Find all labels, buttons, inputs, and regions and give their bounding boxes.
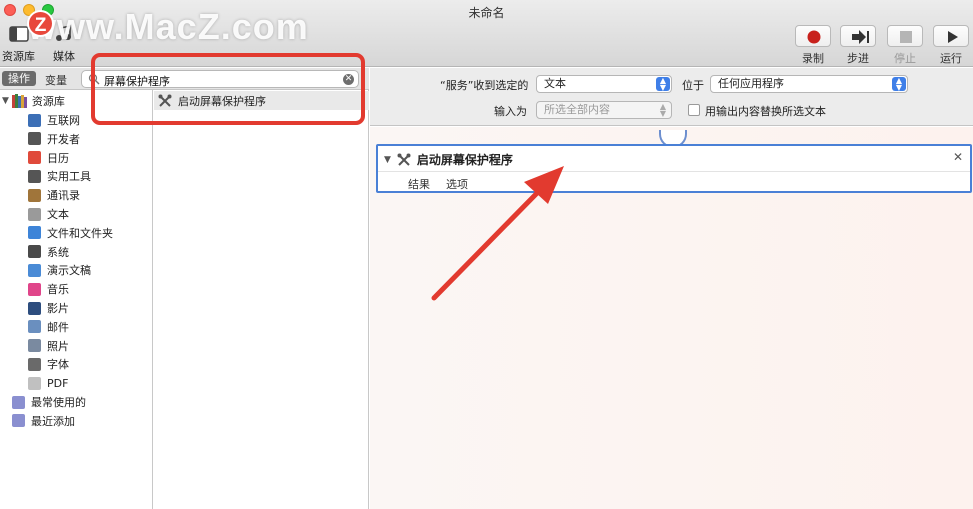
library-category-label: 日历 <box>47 151 69 165</box>
smart-group-label: 最近添加 <box>31 414 75 428</box>
contacts-icon <box>28 188 41 202</box>
library-category[interactable]: 通讯录 <box>28 186 80 204</box>
library-category-label: 邮件 <box>47 320 69 334</box>
input-is-value: 所选全部内容 <box>544 103 610 116</box>
finder-icon <box>28 226 41 240</box>
music-icon <box>28 282 41 296</box>
library-root[interactable]: ▼ 资源库 <box>2 92 65 110</box>
library-category-label: 字体 <box>47 358 69 372</box>
library-category[interactable]: 系统 <box>28 243 69 261</box>
service-receives-label: “服务”收到选定的 <box>440 79 529 92</box>
text-icon <box>28 207 41 221</box>
record-button[interactable]: 录制 <box>795 25 831 66</box>
step-button[interactable]: 步进 <box>840 25 876 66</box>
watermark: www.MacZ.com <box>28 6 309 48</box>
library-category[interactable]: 实用工具 <box>28 167 91 185</box>
highlight-box <box>91 53 365 125</box>
library-label: 资源库 <box>2 50 35 63</box>
run-label: 运行 <box>940 52 962 65</box>
disclosure-triangle-icon[interactable]: ▼ <box>384 155 391 165</box>
in-label: 位于 <box>682 79 704 92</box>
chevron-updown-icon: ▲ ▼ <box>656 77 670 92</box>
font-icon <box>28 357 41 371</box>
smart-folder-icon <box>12 414 25 428</box>
library-category-label: 系统 <box>47 245 69 259</box>
tools-icon <box>28 132 41 146</box>
remove-action-icon[interactable]: ✕ <box>953 150 963 164</box>
step-icon <box>852 30 869 44</box>
library-category[interactable]: 影片 <box>28 299 69 317</box>
replace-output-checkbox[interactable] <box>688 104 700 116</box>
presentation-icon <box>28 263 41 277</box>
input-type-value: 文本 <box>544 77 566 90</box>
stop-label: 停止 <box>894 52 916 65</box>
library-category[interactable]: PDF <box>28 374 68 392</box>
mail-icon <box>28 320 41 334</box>
stop-button[interactable]: 停止 <box>887 25 923 66</box>
run-button[interactable]: 运行 <box>933 25 969 66</box>
library-category[interactable]: 音乐 <box>28 280 69 298</box>
globe-icon <box>28 113 41 127</box>
calendar-icon <box>28 151 41 165</box>
library-category-label: 演示文稿 <box>47 264 91 278</box>
library-category[interactable]: 文件和文件夹 <box>28 224 113 242</box>
actions-list: 启动屏幕保护程序 <box>154 90 369 509</box>
application-select[interactable]: 任何应用程序 ▲ ▼ <box>710 75 908 93</box>
smart-group[interactable]: 最常使用的 <box>12 393 86 411</box>
utilities-icon <box>28 169 41 183</box>
step-label: 步进 <box>847 52 869 65</box>
chevron-updown-icon: ▲ ▼ <box>892 77 906 92</box>
smart-folder-icon <box>12 395 25 409</box>
library-category-label: 实用工具 <box>47 170 91 184</box>
library-category[interactable]: 照片 <box>28 337 69 355</box>
input-type-select[interactable]: 文本 ▲ ▼ <box>536 75 672 93</box>
library-category[interactable]: 演示文稿 <box>28 261 91 279</box>
system-icon <box>28 245 41 259</box>
record-label: 录制 <box>802 52 824 65</box>
movie-icon <box>28 301 41 315</box>
library-root-label: 资源库 <box>31 95 65 108</box>
application-value: 任何应用程序 <box>718 77 784 90</box>
smart-group-label: 最常使用的 <box>31 396 86 409</box>
pdf-icon <box>28 376 41 390</box>
stop-icon <box>900 31 912 43</box>
library-category-label: 文本 <box>47 208 69 221</box>
library-books-icon <box>11 94 27 108</box>
replace-output-label: 用输出内容替换所选文本 <box>705 105 826 118</box>
record-icon <box>807 30 821 44</box>
library-category-label: 互联网 <box>47 114 80 127</box>
library-category[interactable]: 开发者 <box>28 130 80 148</box>
chevron-updown-icon: ▲ ▼ <box>659 102 667 118</box>
library-list: ▼ 资源库 互联网开发者日历实用工具通讯录文本文件和文件夹 系统演示文稿音乐影片邮… <box>0 90 153 509</box>
library-category[interactable]: 互联网 <box>28 111 80 129</box>
tab-actions[interactable]: 操作 <box>2 71 36 86</box>
disclosure-open-icon: ▼ <box>2 96 9 106</box>
library-category-label: 通讯录 <box>47 189 80 203</box>
library-category-label: 照片 <box>47 339 69 353</box>
library-category[interactable]: 字体 <box>28 355 69 373</box>
library-category-label: 影片 <box>47 302 69 315</box>
tools-icon <box>397 153 411 166</box>
watermark-badge: Z <box>27 10 54 37</box>
tab-variables[interactable]: 变量 <box>45 72 67 88</box>
library-category-label: 音乐 <box>47 283 69 297</box>
library-category[interactable]: 邮件 <box>28 318 69 336</box>
library-category[interactable]: 文本 <box>28 205 69 223</box>
library-category-label: 开发者 <box>47 132 80 146</box>
library-category[interactable]: 日历 <box>28 149 69 167</box>
input-is-select[interactable]: 所选全部内容 ▲ ▼ <box>536 101 672 119</box>
run-icon <box>948 31 958 43</box>
library-icon <box>8 26 29 42</box>
media-label: 媒体 <box>53 50 75 63</box>
annotation-arrow <box>431 166 564 301</box>
input-is-label: 输入为 <box>494 105 527 118</box>
workflow-settings: “服务”收到选定的 文本 ▲ ▼ 位于 任何应用程序 ▲ ▼ 输入为 所选全部内容 … <box>370 68 973 126</box>
smart-group[interactable]: 最近添加 <box>12 412 75 430</box>
library-category-label: 文件和文件夹 <box>47 226 113 240</box>
library-category-label: PDF <box>47 376 69 390</box>
watermark-text: www.MacZ.com <box>28 6 309 47</box>
photos-icon <box>28 339 41 353</box>
